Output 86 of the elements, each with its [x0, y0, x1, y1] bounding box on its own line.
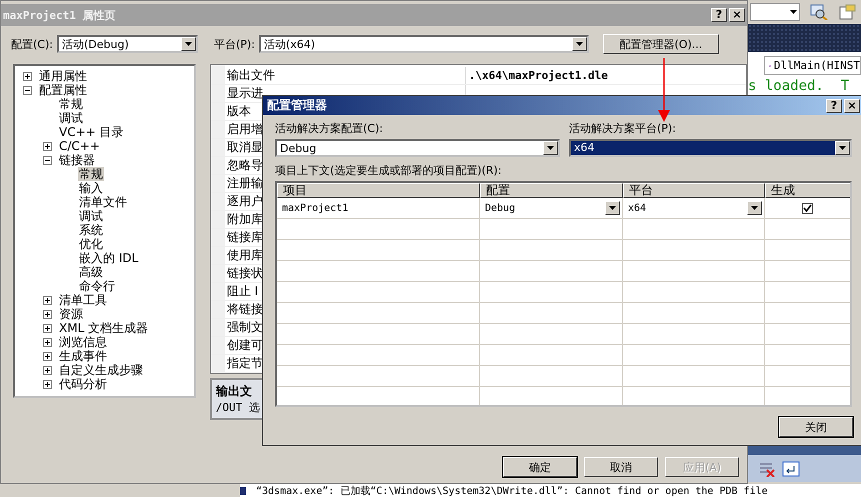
help-button[interactable]: ?: [826, 98, 842, 112]
tree-toggle[interactable]: [43, 324, 52, 332]
dialog-button[interactable]: 取消: [584, 457, 658, 477]
tree-item[interactable]: 调试: [58, 111, 84, 125]
tree-toggle[interactable]: [43, 352, 52, 360]
tree-item[interactable]: 清单文件: [78, 195, 128, 209]
tree-item[interactable]: 清单工具: [58, 293, 108, 307]
code-text: s loaded. T: [748, 78, 850, 94]
config-manager-button[interactable]: 配置管理器(O)...: [602, 34, 719, 54]
caret-icon: [609, 206, 616, 210]
dropdown-arrow-button[interactable]: [747, 201, 762, 215]
tree-toggle[interactable]: [43, 310, 52, 318]
tree-item[interactable]: 资源: [58, 307, 84, 321]
help-button[interactable]: ?: [711, 8, 727, 22]
dropdown-arrow-button[interactable]: [180, 37, 196, 51]
caret-icon: [547, 146, 554, 150]
dropdown-arrow-button[interactable]: [605, 201, 620, 215]
description-text: /OUT 选: [216, 400, 261, 415]
tree-item[interactable]: XML 文档生成器: [58, 321, 150, 335]
properties-icon[interactable]: [838, 4, 856, 20]
tree-toggle[interactable]: [43, 142, 52, 150]
description-title: 输出文: [216, 383, 253, 400]
dropdown-arrow-button[interactable]: [543, 141, 558, 155]
tree-item[interactable]: 生成事件: [58, 349, 108, 363]
config-label: 配置(C):: [11, 36, 53, 52]
property-name: 输出文件: [224, 67, 466, 84]
solution-platform-dropdown[interactable]: x64: [569, 139, 852, 157]
clear-all-icon[interactable]: [758, 460, 776, 476]
tree-item[interactable]: 命令行: [78, 279, 116, 293]
table-cell: maxProject1: [277, 198, 480, 218]
build-checkbox[interactable]: [802, 202, 813, 214]
tree-item[interactable]: C/C++: [58, 139, 101, 153]
dropdown-arrow-button[interactable]: [572, 37, 587, 51]
platform-cell-dropdown[interactable]: x64: [628, 201, 764, 215]
tree-item[interactable]: 嵌入的 IDL: [78, 251, 140, 265]
tree-item[interactable]: 常规: [78, 167, 104, 181]
window-title: maxProject1 属性页: [3, 8, 116, 22]
column-header[interactable]: 平台: [623, 183, 765, 198]
tree-item[interactable]: 配置属性: [38, 83, 88, 97]
tree-toggle[interactable]: [23, 86, 32, 94]
tree-item[interactable]: 常规: [58, 97, 84, 111]
solution-config-dropdown[interactable]: Debug: [275, 139, 560, 157]
platform-dropdown[interactable]: 活动(x64): [258, 35, 589, 53]
pointer-arrow: [658, 58, 670, 122]
property-value: .\x64\maxProject1.dle: [468, 68, 608, 84]
tree-item[interactable]: 系统: [78, 223, 104, 237]
close-dialog-button[interactable]: 关闭: [779, 417, 853, 437]
config-dropdown[interactable]: 活动(Debug): [56, 35, 198, 53]
word-wrap-icon[interactable]: [782, 460, 800, 476]
close-button[interactable]: ×: [844, 98, 860, 112]
caret-icon: [839, 146, 846, 150]
tree-toggle[interactable]: [43, 296, 52, 304]
column-header[interactable]: 生成: [765, 183, 850, 198]
tree-item[interactable]: 输入: [78, 181, 104, 195]
column-header[interactable]: 项目: [277, 183, 480, 198]
tree-item[interactable]: 自定义生成步骤: [58, 363, 144, 377]
tree-item[interactable]: 优化: [78, 237, 104, 251]
output-marker: [240, 486, 246, 494]
tree-item[interactable]: 代码分析: [58, 377, 108, 391]
tree-toggle[interactable]: [43, 366, 52, 374]
tree-item[interactable]: 通用属性: [38, 69, 88, 83]
config-cell-dropdown[interactable]: Debug: [485, 201, 622, 215]
solution-config-label: 活动解决方案配置(C):: [275, 121, 384, 136]
solution-platform-label: 活动解决方案平台(P):: [569, 121, 677, 136]
tree-toggle[interactable]: [43, 156, 52, 164]
dropdown-arrow-button[interactable]: [835, 141, 850, 155]
function-combo[interactable]: DllMain(HINST: [764, 56, 861, 75]
platform-label: 平台(P):: [214, 36, 255, 52]
caret-icon: [751, 206, 758, 210]
output-text: “3dsmax.exe”: 已加载“C:\Windows\System32\DWrite.dll”: Cannot find or open the PDB file: [256, 484, 768, 497]
tree-toggle[interactable]: [23, 72, 32, 80]
close-button[interactable]: ×: [729, 8, 745, 22]
caret-icon: [184, 42, 192, 46]
search-icon[interactable]: [810, 4, 828, 20]
caret-icon: [576, 42, 583, 46]
caret-icon: [790, 10, 799, 14]
tree-toggle[interactable]: [43, 338, 52, 346]
dialog-button[interactable]: 确定: [503, 457, 577, 477]
toolbar-combo[interactable]: [750, 3, 800, 21]
tree-item[interactable]: 调试: [78, 209, 104, 223]
tree-item[interactable]: VC++ 目录: [58, 125, 125, 139]
column-header[interactable]: 配置: [480, 183, 623, 198]
tree-toggle[interactable]: [43, 380, 52, 388]
tree-item[interactable]: 链接器: [58, 153, 96, 167]
tree-item[interactable]: 高级: [78, 265, 104, 279]
tree-item[interactable]: 浏览信息: [58, 335, 108, 349]
